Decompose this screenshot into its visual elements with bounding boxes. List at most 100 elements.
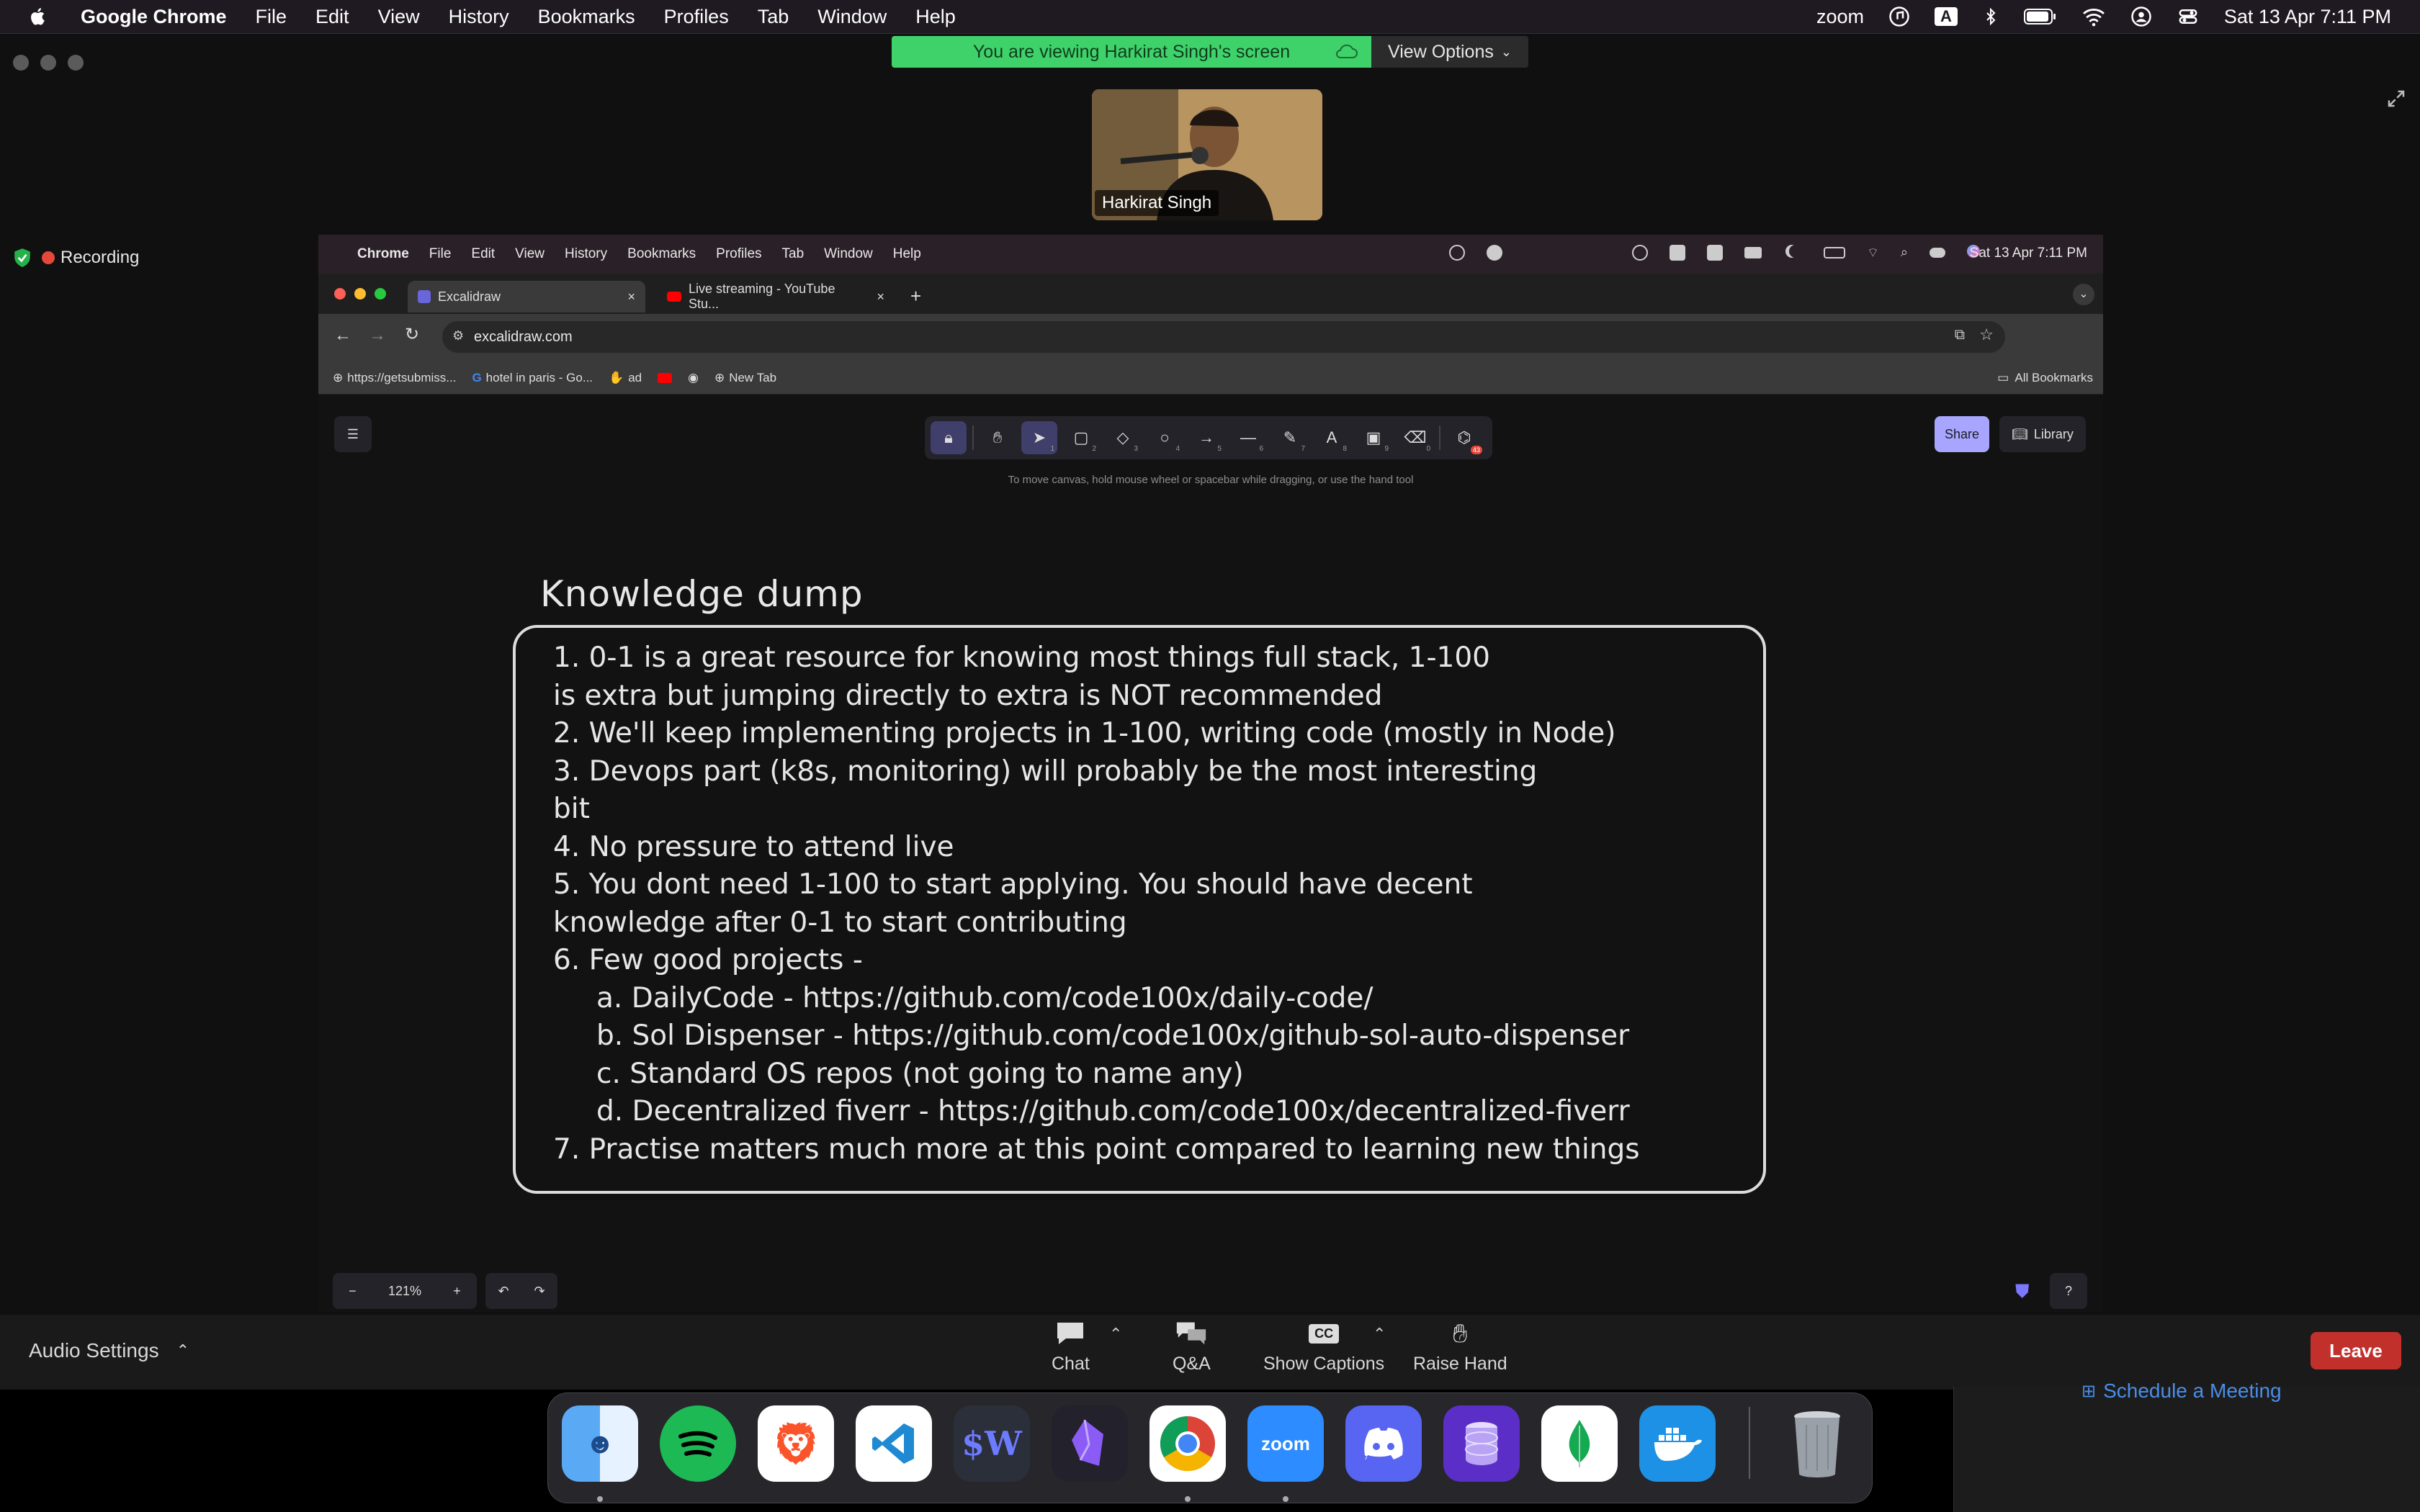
menu-view[interactable]: View: [378, 6, 420, 28]
menubar-datetime[interactable]: Sat 13 Apr 7:11 PM: [2224, 6, 2391, 28]
fullscreen-icon[interactable]: [2385, 88, 2407, 109]
shield-icon[interactable]: ⛊: [2015, 1280, 2030, 1303]
dock-docker-icon[interactable]: [1639, 1405, 1716, 1482]
shared-menu-window: Window: [824, 246, 873, 261]
menu-profiles[interactable]: Profiles: [664, 6, 729, 28]
leave-button[interactable]: Leave: [2311, 1332, 2401, 1369]
wifi-icon[interactable]: [2081, 6, 2106, 27]
hand-icon: ✋︎: [992, 428, 1003, 446]
knowledge-dump-box[interactable]: 1. 0-1 is a great resource for knowing m…: [513, 625, 1766, 1194]
zoom-out-icon[interactable]: −: [349, 1284, 357, 1299]
bookmark-item[interactable]: ⊕ https://getsubmiss...: [333, 371, 456, 385]
redo-icon[interactable]: ↷: [534, 1284, 544, 1299]
rectangle-tool-button[interactable]: ▢ 2: [1063, 421, 1099, 454]
bluetooth-icon[interactable]: [1982, 6, 1999, 27]
schedule-meeting-link[interactable]: ⊞ Schedule a Meeting: [2081, 1380, 2282, 1403]
window-close-button[interactable]: [13, 55, 29, 71]
zoom-level[interactable]: 121%: [388, 1284, 421, 1299]
chat-chevron-icon[interactable]: ⌃: [1109, 1325, 1122, 1344]
library-button[interactable]: 📖︎ Library: [1999, 416, 2086, 452]
settings-bookmark-icon[interactable]: ◉: [688, 371, 699, 385]
image-tool-button[interactable]: ▣ 9: [1355, 421, 1392, 454]
ellipse-tool-button[interactable]: ○ 4: [1147, 421, 1183, 454]
dock-chrome-icon[interactable]: [1150, 1405, 1226, 1482]
menu-tab[interactable]: Tab: [758, 6, 789, 28]
text-tool-button[interactable]: A8: [1314, 421, 1350, 454]
dock-database-icon[interactable]: [1443, 1405, 1520, 1482]
menu-bookmarks[interactable]: Bookmarks: [538, 6, 635, 28]
view-options-button[interactable]: View Options ⌄: [1371, 36, 1528, 68]
dock-mongodb-icon[interactable]: [1541, 1405, 1618, 1482]
pencil-icon: ✎: [1283, 428, 1297, 446]
bookmark-label: New Tab: [729, 370, 777, 384]
help-button[interactable]: ?: [2050, 1273, 2087, 1309]
dock-finder-icon[interactable]: ☻: [562, 1405, 638, 1482]
captions-chevron-icon[interactable]: ⌃: [1373, 1325, 1386, 1344]
dock-obsidian-icon[interactable]: [1052, 1405, 1128, 1482]
window-minimize-button[interactable]: [40, 55, 56, 71]
line-tool-button[interactable]: —6: [1230, 421, 1266, 454]
tab-close-icon[interactable]: ×: [877, 289, 884, 305]
site-info-icon[interactable]: ⚙: [452, 328, 464, 343]
canvas-hint: To move canvas, hold mouse wheel or spac…: [1008, 474, 1414, 486]
lock-tool-button[interactable]: 🔒︎: [931, 421, 967, 454]
music-icon[interactable]: [1888, 6, 1910, 27]
hand-tool-button[interactable]: ✋︎: [980, 421, 1016, 454]
share-button[interactable]: Share: [1935, 416, 1989, 452]
star-icon[interactable]: ☆: [1979, 325, 1994, 344]
dock-zoom-icon[interactable]: zoom: [1247, 1405, 1324, 1482]
folder-icon: ▭: [1997, 370, 2009, 384]
bookmark-item[interactable]: Ghotel in paris - Go...: [472, 371, 593, 385]
audio-settings-button[interactable]: Audio Settings ⌃: [29, 1339, 189, 1362]
youtube-bookmark-icon[interactable]: [658, 372, 673, 383]
dock-brave-icon[interactable]: 🦁︎: [758, 1405, 834, 1482]
recording-indicator[interactable]: Recording: [13, 248, 139, 268]
qa-button[interactable]: Q&A: [1173, 1319, 1211, 1374]
show-captions-button[interactable]: CC Show Captions: [1263, 1319, 1384, 1374]
menu-file[interactable]: File: [256, 6, 287, 28]
address-bar[interactable]: ⚙ excalidraw.com ⧉ ☆: [442, 321, 2005, 353]
battery-icon[interactable]: [2023, 7, 2057, 26]
knowledge-dump-title[interactable]: Knowledge dump: [540, 573, 864, 615]
menu-help[interactable]: Help: [915, 6, 956, 28]
tab-close-icon[interactable]: ×: [627, 289, 635, 305]
control-center-icon[interactable]: [2177, 6, 2200, 27]
window-zoom-button[interactable]: [68, 55, 84, 71]
apple-icon[interactable]: [27, 6, 49, 27]
back-icon[interactable]: ←: [334, 325, 351, 346]
extra-tools-button[interactable]: ⌬ 43: [1446, 421, 1482, 454]
new-tab-icon[interactable]: +: [910, 285, 921, 307]
selection-tool-button[interactable]: ➤ 1: [1021, 421, 1057, 454]
tab-search-icon[interactable]: ⌄: [2073, 284, 2094, 305]
zoom-in-icon[interactable]: +: [453, 1284, 461, 1299]
user-account-icon[interactable]: [2130, 6, 2152, 27]
menu-window[interactable]: Window: [817, 6, 887, 28]
diamond-tool-button[interactable]: ◇ 3: [1105, 421, 1141, 454]
input-source-indicator[interactable]: A: [1934, 7, 1958, 26]
bookmark-item[interactable]: ✋ ad: [609, 371, 642, 385]
chat-button[interactable]: Chat: [1052, 1319, 1090, 1374]
install-icon[interactable]: ⧉: [1955, 327, 1965, 343]
dock-dollar-w-icon[interactable]: $W: [954, 1405, 1030, 1482]
menu-app-name[interactable]: Google Chrome: [81, 6, 227, 28]
all-bookmarks-button[interactable]: ▭ All Bookmarks: [1997, 371, 2093, 385]
main-menu-button[interactable]: ☰: [334, 416, 372, 452]
menu-edit[interactable]: Edit: [315, 6, 349, 28]
dock-discord-icon[interactable]: [1345, 1405, 1422, 1482]
tab-youtube-studio[interactable]: Live streaming - YouTube Stu... ×: [657, 281, 895, 312]
arrow-tool-button[interactable]: → 5: [1188, 421, 1224, 454]
dock-trash-icon[interactable]: [1779, 1405, 1855, 1482]
note-line: 7. Practise matters much more at this po…: [553, 1133, 1640, 1166]
zoom-menubar-label[interactable]: zoom: [1816, 6, 1864, 28]
undo-icon[interactable]: ↶: [498, 1284, 508, 1299]
bookmark-item[interactable]: ⊕ New Tab: [714, 371, 776, 385]
reload-icon[interactable]: ↻: [405, 324, 419, 345]
menu-history[interactable]: History: [449, 6, 509, 28]
draw-tool-button[interactable]: ✎ 7: [1272, 421, 1308, 454]
forward-icon[interactable]: →: [369, 325, 386, 346]
raise-hand-button[interactable]: ✋︎ Raise Hand: [1413, 1318, 1507, 1374]
tab-excalidraw[interactable]: Excalidraw ×: [408, 281, 645, 312]
dock-spotify-icon[interactable]: [660, 1405, 736, 1482]
eraser-tool-button[interactable]: ⌫ 0: [1397, 421, 1433, 454]
dock-vscode-icon[interactable]: [856, 1405, 932, 1482]
